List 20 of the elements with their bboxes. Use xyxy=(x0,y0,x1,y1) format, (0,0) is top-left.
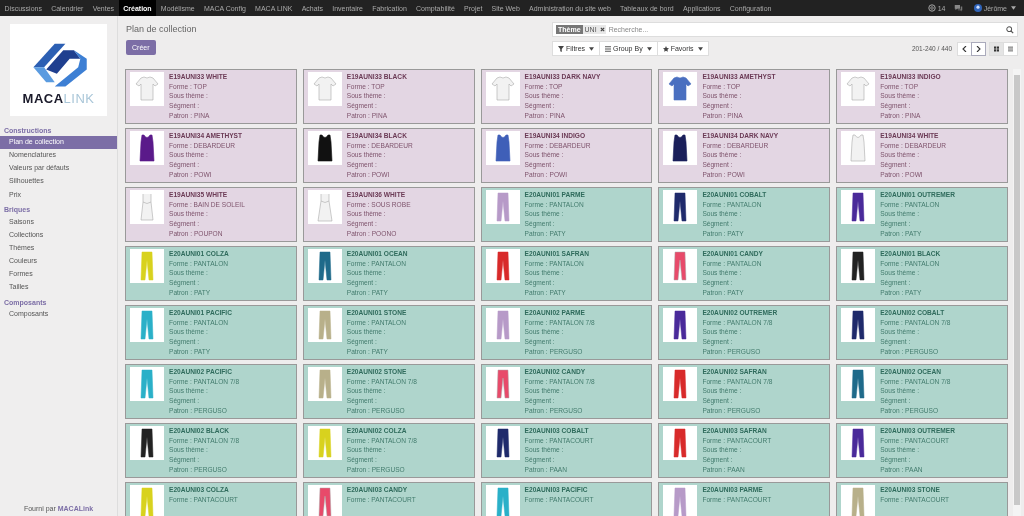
caret-icon xyxy=(646,46,652,51)
chevron-left-icon xyxy=(962,45,967,52)
view-switch-button[interactable] xyxy=(1003,41,1018,56)
avatar-icon xyxy=(973,4,982,12)
logo-text: MACALINK xyxy=(22,90,95,106)
scrollbar[interactable] xyxy=(1013,69,1021,516)
list-icon xyxy=(605,45,612,52)
remove-facet-icon[interactable] xyxy=(598,25,606,34)
filter-icon xyxy=(558,45,564,52)
star-icon xyxy=(662,45,669,52)
chevron-right-icon xyxy=(976,45,981,52)
search-icon[interactable] xyxy=(1006,25,1014,34)
next-button[interactable] xyxy=(971,41,986,56)
list-icon xyxy=(1008,45,1013,52)
caret-icon xyxy=(697,46,703,51)
grid-icon xyxy=(994,45,999,52)
breadcrumb: Plan de collection xyxy=(126,24,197,34)
caret-icon xyxy=(589,46,595,51)
caret-icon xyxy=(1011,6,1016,10)
chat-icon[interactable] xyxy=(954,4,964,12)
